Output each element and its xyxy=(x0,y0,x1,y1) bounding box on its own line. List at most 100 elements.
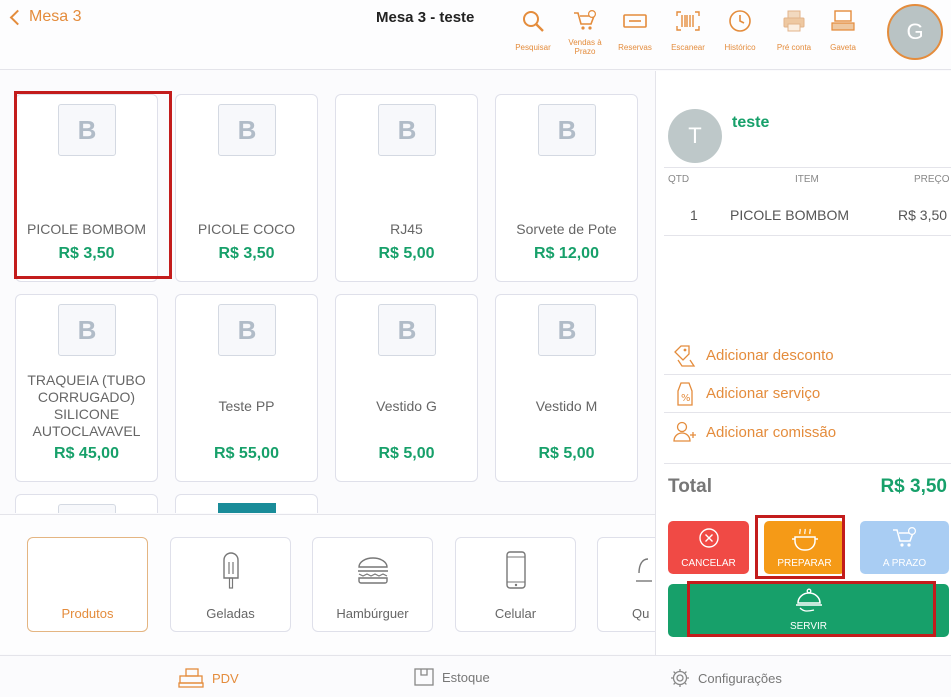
order-panel: T teste QTD ITEM PREÇO 1 PICOLE BOMBOM R… xyxy=(655,71,951,655)
category-hamburguer[interactable]: Hambúrguer xyxy=(312,537,433,632)
product-price: R$ 55,00 xyxy=(214,445,279,462)
action-label: Adicionar desconto xyxy=(706,347,834,364)
box-icon xyxy=(414,668,434,686)
category-label: Geladas xyxy=(206,606,255,621)
column-qty: QTD xyxy=(668,174,690,185)
category-celular[interactable]: Celular xyxy=(455,537,576,632)
tool-label: Reservas xyxy=(618,43,652,52)
pre-bill-button[interactable]: Pré conta xyxy=(770,6,818,52)
on-credit-button[interactable]: A PRAZO xyxy=(860,521,949,574)
tool-label: Histórico xyxy=(724,43,756,52)
product-price: R$ 3,50 xyxy=(58,245,115,262)
product-placeholder-image: B xyxy=(378,304,436,356)
page-title: Mesa 3 - teste xyxy=(376,9,475,26)
product-price: R$ 5,00 xyxy=(378,445,435,462)
pdv-screen: Mesa 3 Mesa 3 - teste Pesquisar Vendas à… xyxy=(0,0,951,697)
product-name: Teste PP xyxy=(218,398,275,414)
category-bar: Produtos Geladas Hambúrguer Celular Qu xyxy=(0,514,655,654)
customer-name[interactable]: teste xyxy=(732,114,769,132)
button-label: SERVIR xyxy=(789,621,828,632)
food-tray-icon xyxy=(668,587,949,615)
divider xyxy=(664,463,951,464)
tool-label: Gaveta xyxy=(830,43,856,52)
top-bar: Mesa 3 Mesa 3 - teste Pesquisar Vendas à… xyxy=(0,0,951,70)
back-label: Mesa 3 xyxy=(29,8,82,25)
category-label: Hambúrguer xyxy=(336,606,409,621)
add-discount-button[interactable]: Adicionar desconto xyxy=(664,337,951,375)
tool-label: Pesquisar xyxy=(515,43,551,52)
cancel-button[interactable]: CANCELAR xyxy=(668,521,749,574)
cancel-circle-icon xyxy=(668,527,749,549)
drawer-icon xyxy=(819,6,867,36)
history-button[interactable]: Histórico xyxy=(716,6,764,52)
phone-icon xyxy=(456,548,575,592)
product-placeholder-image xyxy=(58,504,116,513)
line-qty: 1 xyxy=(690,207,698,223)
product-name: Vestido M xyxy=(535,398,598,414)
product-card[interactable]: B Sorvete de Pote R$ 12,00 xyxy=(495,94,638,282)
serve-button[interactable]: SERVIR xyxy=(668,584,949,637)
product-card[interactable]: B PICOLE BOMBOM R$ 3,50 xyxy=(15,94,158,282)
category-partial[interactable]: Qu xyxy=(597,537,655,632)
line-item: PICOLE BOMBOM xyxy=(730,207,850,223)
add-service-button[interactable]: % Adicionar serviço xyxy=(664,375,951,413)
search-button[interactable]: Pesquisar xyxy=(509,6,557,52)
product-placeholder-image: B xyxy=(218,304,276,356)
product-card[interactable]: B PICOLE COCO R$ 3,50 xyxy=(175,94,318,282)
category-label: Produtos xyxy=(61,606,114,621)
product-card[interactable]: B Vestido M R$ 5,00 xyxy=(495,294,638,482)
drawer-button[interactable]: Gaveta xyxy=(819,6,867,52)
total-value: R$ 3,50 xyxy=(880,476,947,497)
svg-text:%: % xyxy=(681,393,691,404)
popsicle-icon xyxy=(171,548,290,592)
product-name: TRAQUEIA (TUBO CORRUGADO) SILICONE AUTOC… xyxy=(27,372,146,439)
product-price: R$ 3,50 xyxy=(218,245,275,262)
product-image xyxy=(218,503,276,513)
category-label: Qu xyxy=(632,606,650,621)
scan-button[interactable]: Escanear xyxy=(664,6,712,52)
column-item: ITEM xyxy=(795,174,819,185)
product-price: R$ 5,00 xyxy=(378,245,435,262)
prepare-button[interactable]: PREPARAR xyxy=(764,521,845,574)
product-card[interactable]: B RJ45 R$ 5,00 xyxy=(335,94,478,282)
back-button[interactable]: Mesa 3 xyxy=(8,8,81,26)
product-card[interactable]: B TRAQUEIA (TUBO CORRUGADO) SILICONE AUT… xyxy=(15,294,158,482)
cash-register-icon xyxy=(178,668,204,688)
discount-icon xyxy=(664,344,706,368)
tool-label: Pré conta xyxy=(776,43,812,52)
product-placeholder-image: B xyxy=(538,104,596,156)
clock-icon xyxy=(716,6,764,36)
nav-stock[interactable]: Estoque xyxy=(414,668,490,686)
reservation-icon xyxy=(611,6,659,36)
bottom-navigation: PDV Estoque Configurações xyxy=(0,655,951,697)
user-avatar[interactable]: G xyxy=(887,4,943,60)
product-card[interactable] xyxy=(175,494,318,513)
product-card[interactable]: B Teste PP R$ 55,00 xyxy=(175,294,318,482)
category-geladas[interactable]: Geladas xyxy=(170,537,291,632)
credit-sales-button[interactable]: Vendas à Prazo xyxy=(561,6,609,56)
category-produtos[interactable]: Produtos xyxy=(27,537,148,632)
nav-settings[interactable]: Configurações xyxy=(670,668,782,688)
product-placeholder-image: B xyxy=(58,104,116,156)
product-card[interactable] xyxy=(15,494,158,513)
product-placeholder-image: B xyxy=(538,304,596,356)
percent-tag-icon: % xyxy=(664,381,706,407)
reservations-button[interactable]: Reservas xyxy=(611,6,659,52)
action-label: Adicionar comissão xyxy=(706,423,837,441)
product-placeholder-image: B xyxy=(58,304,116,356)
product-price: R$ 45,00 xyxy=(54,445,119,462)
customer-avatar[interactable]: T xyxy=(668,109,722,163)
burger-icon xyxy=(313,548,432,592)
product-placeholder-image: B xyxy=(218,104,276,156)
tool-label: Vendas à Prazo xyxy=(568,38,602,56)
button-label: CANCELAR xyxy=(681,558,736,569)
nav-pdv[interactable]: PDV xyxy=(178,668,239,688)
action-label: Adicionar serviço xyxy=(706,385,821,402)
nav-label: PDV xyxy=(212,670,239,686)
product-name: Vestido G xyxy=(376,398,437,414)
product-placeholder-image: B xyxy=(378,104,436,156)
cooking-pot-icon xyxy=(764,527,845,553)
add-commission-button[interactable]: Adicionar comissão xyxy=(664,413,951,451)
column-price: PREÇO xyxy=(914,174,950,185)
product-card[interactable]: B Vestido G R$ 5,00 xyxy=(335,294,478,482)
